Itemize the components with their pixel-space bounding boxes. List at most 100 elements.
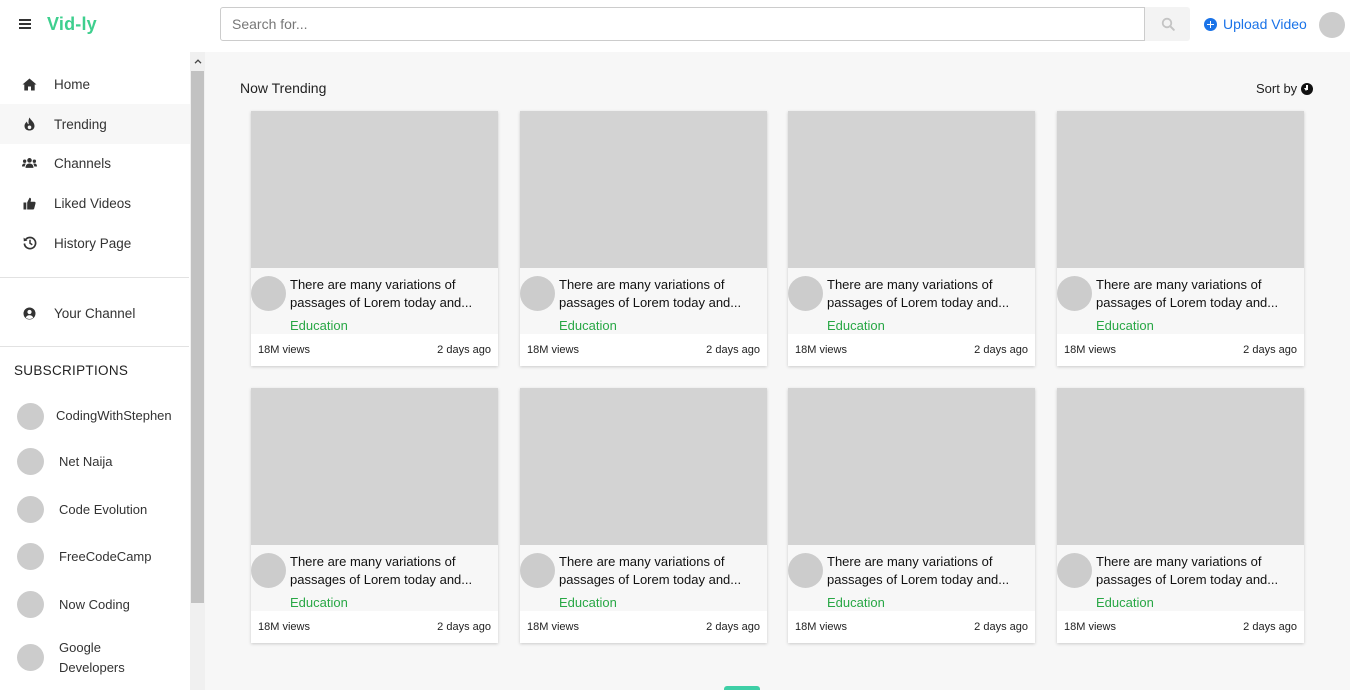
video-time: 2 days ago	[437, 621, 491, 633]
video-time: 2 days ago	[1243, 621, 1297, 633]
top-bar: Vid-ly Upload Video	[0, 0, 1350, 52]
channel-avatar	[17, 496, 44, 523]
video-time: 2 days ago	[706, 621, 760, 633]
sidebar-item-channels[interactable]: Channels	[0, 143, 190, 183]
user-circle-icon	[22, 306, 37, 320]
video-card[interactable]: There are many variations of passages of…	[251, 111, 498, 366]
subscription-item[interactable]: CodingWithStephen	[0, 402, 190, 432]
channel-avatar[interactable]	[251, 276, 286, 311]
video-category[interactable]: Education	[290, 318, 348, 333]
subscription-item[interactable]: Google Developers	[0, 638, 190, 682]
video-card[interactable]: There are many variations of passages of…	[520, 388, 767, 643]
subscription-item[interactable]: Net Naija	[0, 448, 190, 478]
channel-avatar[interactable]	[251, 553, 286, 588]
sidebar-item-your-channel[interactable]: Your Channel	[0, 293, 190, 333]
video-title[interactable]: There are many variations of passages of…	[290, 553, 490, 589]
video-thumbnail[interactable]	[788, 111, 1035, 268]
subscription-name: Code Evolution	[59, 502, 148, 517]
video-thumbnail[interactable]	[1057, 388, 1304, 545]
subscription-name: CodingWithStephen	[56, 408, 172, 423]
video-card[interactable]: There are many variations of passages of…	[520, 111, 767, 366]
scroll-up-arrow-icon[interactable]	[190, 52, 205, 70]
video-category[interactable]: Education	[1096, 595, 1154, 610]
video-card[interactable]: There are many variations of passages of…	[1057, 111, 1304, 366]
channel-avatar[interactable]	[520, 276, 555, 311]
video-title[interactable]: There are many variations of passages of…	[827, 553, 1027, 589]
main-content: Now Trending Sort by There are many vari…	[205, 52, 1350, 690]
sidebar-item-history[interactable]: History Page	[0, 223, 190, 263]
video-thumbnail[interactable]	[788, 388, 1035, 545]
sidebar-item-liked-videos[interactable]: Liked Videos	[0, 183, 190, 223]
sidebar: Home Trending Channels Liked Videos Hist…	[0, 52, 190, 690]
arrow-down-circle-icon	[1301, 82, 1314, 95]
video-thumbnail[interactable]	[520, 111, 767, 268]
video-category[interactable]: Education	[559, 318, 617, 333]
video-card[interactable]: There are many variations of passages of…	[251, 388, 498, 643]
channel-avatar[interactable]	[788, 553, 823, 588]
video-category[interactable]: Education	[827, 595, 885, 610]
search-bar	[220, 7, 1190, 41]
video-views: 18M views	[1064, 344, 1116, 356]
pagination-indicator[interactable]	[724, 686, 760, 690]
subscription-name: FreeCodeCamp	[59, 549, 152, 564]
video-title[interactable]: There are many variations of passages of…	[559, 553, 759, 589]
sidebar-item-label: Your Channel	[54, 305, 136, 321]
video-thumbnail[interactable]	[251, 111, 498, 268]
sort-by-button[interactable]: Sort by	[1256, 81, 1314, 96]
sidebar-divider	[0, 346, 189, 347]
channel-avatar[interactable]	[788, 276, 823, 311]
user-avatar[interactable]	[1319, 12, 1345, 38]
brand-logo[interactable]: Vid-ly	[47, 14, 97, 35]
video-category[interactable]: Education	[1096, 318, 1154, 333]
video-views: 18M views	[258, 621, 310, 633]
subscription-item[interactable]: FreeCodeCamp	[0, 543, 190, 573]
hamburger-menu-icon[interactable]	[16, 17, 34, 33]
video-title[interactable]: There are many variations of passages of…	[559, 276, 759, 312]
video-thumbnail[interactable]	[520, 388, 767, 545]
video-info: There are many variations of passages of…	[520, 545, 767, 611]
subscription-name: Google Developers	[59, 640, 125, 675]
sidebar-item-label: History Page	[54, 235, 132, 251]
channel-avatar[interactable]	[1057, 553, 1092, 588]
video-category[interactable]: Education	[559, 595, 617, 610]
subscription-name: Net Naija	[59, 454, 113, 469]
video-thumbnail[interactable]	[251, 388, 498, 545]
subscription-item[interactable]: Now Coding	[0, 591, 190, 621]
video-card[interactable]: There are many variations of passages of…	[788, 111, 1035, 366]
video-title[interactable]: There are many variations of passages of…	[1096, 276, 1296, 312]
search-input[interactable]	[220, 7, 1145, 41]
sort-by-label: Sort by	[1256, 81, 1298, 96]
subscription-item[interactable]: Code Evolution	[0, 496, 190, 526]
video-time: 2 days ago	[1243, 344, 1297, 356]
video-card[interactable]: There are many variations of passages of…	[1057, 388, 1304, 643]
video-title[interactable]: There are many variations of passages of…	[1096, 553, 1296, 589]
video-views: 18M views	[795, 621, 847, 633]
sidebar-item-home[interactable]: Home	[0, 64, 190, 104]
video-time: 2 days ago	[974, 344, 1028, 356]
video-category[interactable]: Education	[827, 318, 885, 333]
channel-avatar[interactable]	[520, 553, 555, 588]
video-title[interactable]: There are many variations of passages of…	[827, 276, 1027, 312]
video-info: There are many variations of passages of…	[251, 545, 498, 611]
scrollbar-thumb[interactable]	[191, 71, 204, 603]
video-title[interactable]: There are many variations of passages of…	[290, 276, 490, 312]
search-icon	[1161, 17, 1175, 31]
video-thumbnail[interactable]	[1057, 111, 1304, 268]
search-button[interactable]	[1145, 7, 1190, 41]
upload-video-label: Upload Video	[1223, 16, 1307, 32]
video-views: 18M views	[527, 344, 579, 356]
sidebar-item-label: Home	[54, 76, 91, 92]
video-card[interactable]: There are many variations of passages of…	[788, 388, 1035, 643]
sidebar-scrollbar[interactable]	[190, 52, 205, 690]
thumbs-up-icon	[22, 196, 37, 210]
video-views: 18M views	[795, 344, 847, 356]
sidebar-item-label: Trending	[54, 116, 107, 132]
plus-circle-icon	[1204, 17, 1217, 31]
channel-avatar[interactable]	[1057, 276, 1092, 311]
video-category[interactable]: Education	[290, 595, 348, 610]
history-icon	[22, 236, 37, 250]
upload-video-button[interactable]: Upload Video	[1204, 16, 1307, 32]
sidebar-item-trending[interactable]: Trending	[0, 104, 190, 144]
video-views: 18M views	[1064, 621, 1116, 633]
channel-avatar	[17, 644, 44, 671]
